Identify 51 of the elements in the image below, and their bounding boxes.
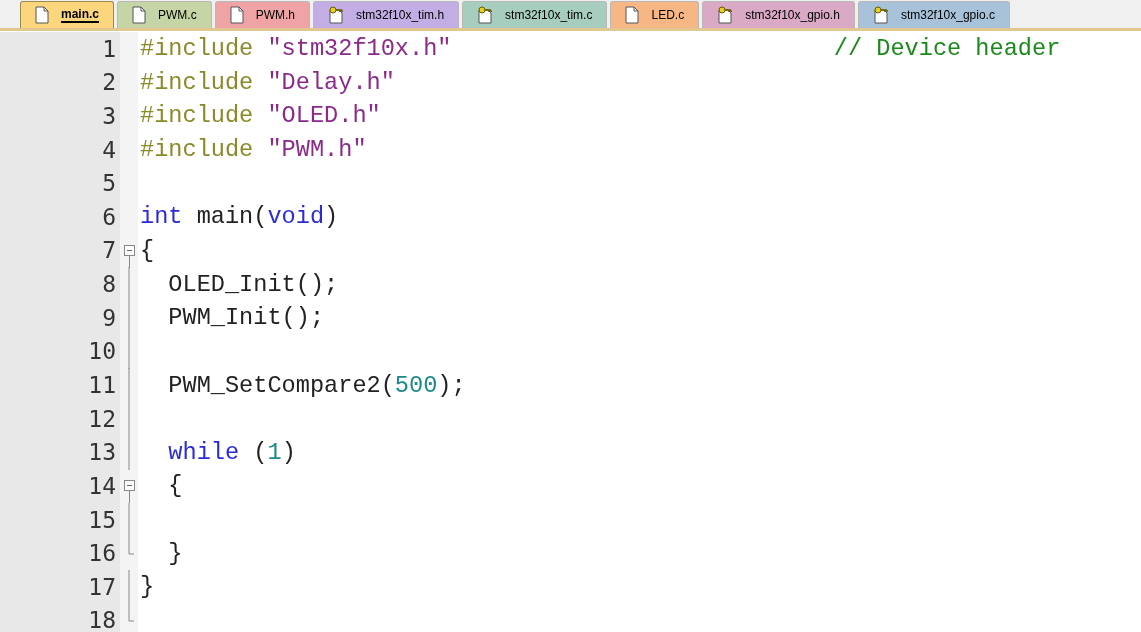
fold-end-icon bbox=[128, 536, 134, 555]
file-tab[interactable]: stm32f10x_tim.h bbox=[313, 1, 460, 28]
line-number: 14 bbox=[88, 471, 116, 501]
file-icon bbox=[35, 6, 49, 24]
file-tab[interactable]: LED.c bbox=[610, 1, 700, 28]
line-number: 15 bbox=[88, 505, 116, 535]
file-icon bbox=[625, 6, 640, 24]
code-line: #include "PWM.h" bbox=[140, 135, 367, 166]
key-file-icon bbox=[477, 6, 494, 24]
line-number: 5 bbox=[102, 169, 116, 199]
line-number: 16 bbox=[88, 539, 116, 569]
file-icon bbox=[229, 6, 244, 24]
file-tab[interactable]: main.c bbox=[20, 1, 114, 28]
line-number: 10 bbox=[88, 337, 116, 367]
line-number: 7 bbox=[102, 236, 116, 266]
line-number: 17 bbox=[88, 572, 116, 602]
code-line: { bbox=[140, 235, 155, 266]
code-line: } bbox=[167, 538, 183, 569]
file-tab[interactable]: stm32f10x_gpio.c bbox=[857, 1, 1010, 28]
file-tab[interactable]: stm32f10x_tim.c bbox=[462, 1, 608, 28]
line-number: 18 bbox=[88, 606, 116, 632]
key-file-icon bbox=[717, 6, 734, 24]
file-tab[interactable]: PWM.h bbox=[214, 1, 311, 28]
code-line: while (1) bbox=[167, 437, 296, 468]
code-line: #include "stm32f10x.h" // Device header bbox=[140, 34, 1061, 65]
key-file-icon bbox=[872, 6, 889, 24]
line-number: 8 bbox=[102, 270, 116, 300]
code-line: PWM_Init(); bbox=[167, 303, 325, 334]
line-number: 4 bbox=[102, 135, 116, 165]
line-number: 11 bbox=[88, 371, 116, 400]
code-line: PWM_SetCompare2(500); bbox=[167, 370, 466, 401]
file-tab[interactable]: stm32f10x_gpio.h bbox=[702, 1, 855, 28]
line-number: 12 bbox=[88, 404, 116, 434]
line-number: 13 bbox=[88, 438, 116, 468]
code-line: int main(void) bbox=[140, 202, 339, 233]
file-icon bbox=[132, 6, 146, 24]
code-line: #include "Delay.h" bbox=[140, 67, 395, 98]
line-number: 9 bbox=[102, 303, 116, 333]
fold-line-icon bbox=[128, 570, 130, 605]
fold-end-icon bbox=[128, 603, 134, 622]
key-file-icon bbox=[328, 6, 345, 24]
code-line: } bbox=[140, 572, 155, 603]
line-number: 2 bbox=[102, 68, 116, 98]
file-tab[interactable]: PWM.c bbox=[117, 1, 212, 28]
fold-line-icon bbox=[128, 502, 130, 537]
code-line: #include "OLED.h" bbox=[140, 101, 381, 132]
line-number: 3 bbox=[102, 101, 116, 131]
code-line: { bbox=[167, 471, 183, 502]
line-number: 6 bbox=[102, 202, 116, 232]
line-number: 1 bbox=[102, 34, 116, 64]
code-line: OLED_Init(); bbox=[167, 269, 339, 300]
